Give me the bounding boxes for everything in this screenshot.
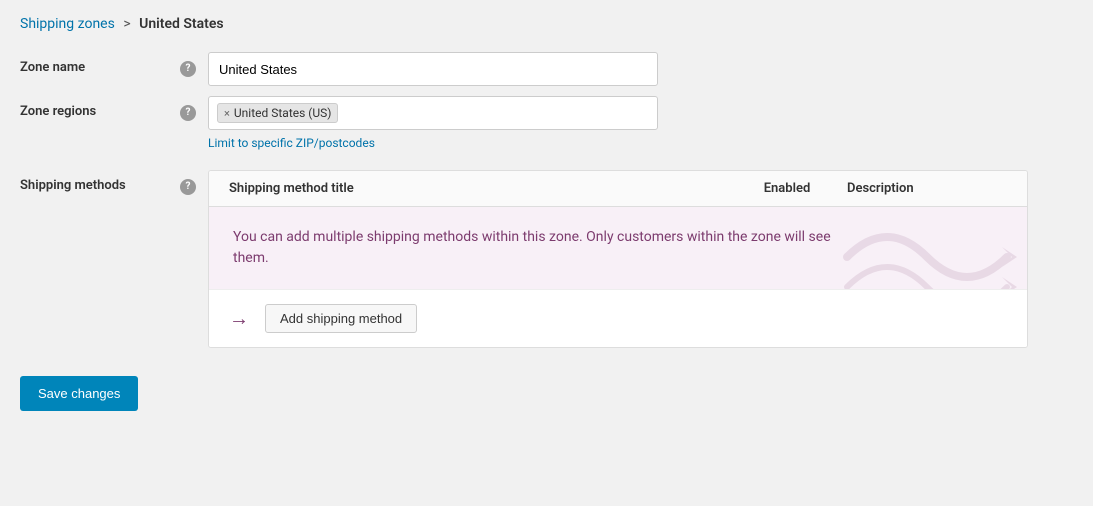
region-tag-remove[interactable]: × bbox=[224, 108, 230, 119]
zone-name-help-icon[interactable]: ? bbox=[180, 61, 196, 77]
add-shipping-method-row: → Add shipping method bbox=[209, 289, 1027, 347]
limit-zip-link[interactable]: Limit to specific ZIP/postcodes bbox=[208, 136, 1073, 150]
zone-name-label: Zone name bbox=[20, 52, 180, 75]
region-tag-label: United States (US) bbox=[234, 106, 332, 120]
shipping-methods-help: ? bbox=[180, 170, 208, 195]
shipping-methods-help-icon[interactable]: ? bbox=[180, 179, 196, 195]
col-enabled: Enabled bbox=[727, 181, 847, 196]
breadcrumb-separator: > bbox=[123, 16, 130, 32]
zone-regions-content: × United States (US) Limit to specific Z… bbox=[208, 96, 1073, 150]
zone-regions-help-icon[interactable]: ? bbox=[180, 105, 196, 121]
col-title: Shipping method title bbox=[229, 181, 727, 196]
shipping-methods-content: Shipping method title Enabled Descriptio… bbox=[208, 170, 1073, 348]
shipping-methods-row: Shipping methods ? Shipping method title… bbox=[20, 170, 1073, 348]
add-shipping-method-button[interactable]: Add shipping method bbox=[265, 304, 417, 333]
breadcrumb-current: United States bbox=[139, 16, 223, 32]
zone-regions-label: Zone regions bbox=[20, 96, 180, 119]
shipping-methods-body: You can add multiple shipping methods wi… bbox=[209, 207, 1027, 347]
watermark-svg bbox=[837, 207, 1027, 289]
shipping-methods-header: Shipping method title Enabled Descriptio… bbox=[209, 171, 1027, 207]
arrow-icon: → bbox=[229, 306, 249, 331]
zone-name-input[interactable] bbox=[208, 52, 658, 86]
shipping-info-text: You can add multiple shipping methods wi… bbox=[233, 227, 853, 269]
zone-name-help: ? bbox=[180, 52, 208, 77]
zone-regions-input[interactable]: × United States (US) bbox=[208, 96, 658, 130]
breadcrumb-link[interactable]: Shipping zones bbox=[20, 16, 115, 32]
save-changes-button[interactable]: Save changes bbox=[20, 376, 138, 411]
zone-name-row: Zone name ? bbox=[20, 52, 1073, 86]
zone-regions-help: ? bbox=[180, 96, 208, 121]
shipping-methods-label: Shipping methods bbox=[20, 170, 180, 193]
breadcrumb: Shipping zones > United States bbox=[20, 16, 1073, 32]
region-tag: × United States (US) bbox=[217, 103, 338, 123]
shipping-methods-table: Shipping method title Enabled Descriptio… bbox=[208, 170, 1028, 348]
zone-regions-row: Zone regions ? × United States (US) Limi… bbox=[20, 96, 1073, 150]
col-description: Description bbox=[847, 181, 1007, 196]
zone-name-input-wrapper bbox=[208, 52, 1073, 86]
shipping-info-banner: You can add multiple shipping methods wi… bbox=[209, 207, 1027, 289]
